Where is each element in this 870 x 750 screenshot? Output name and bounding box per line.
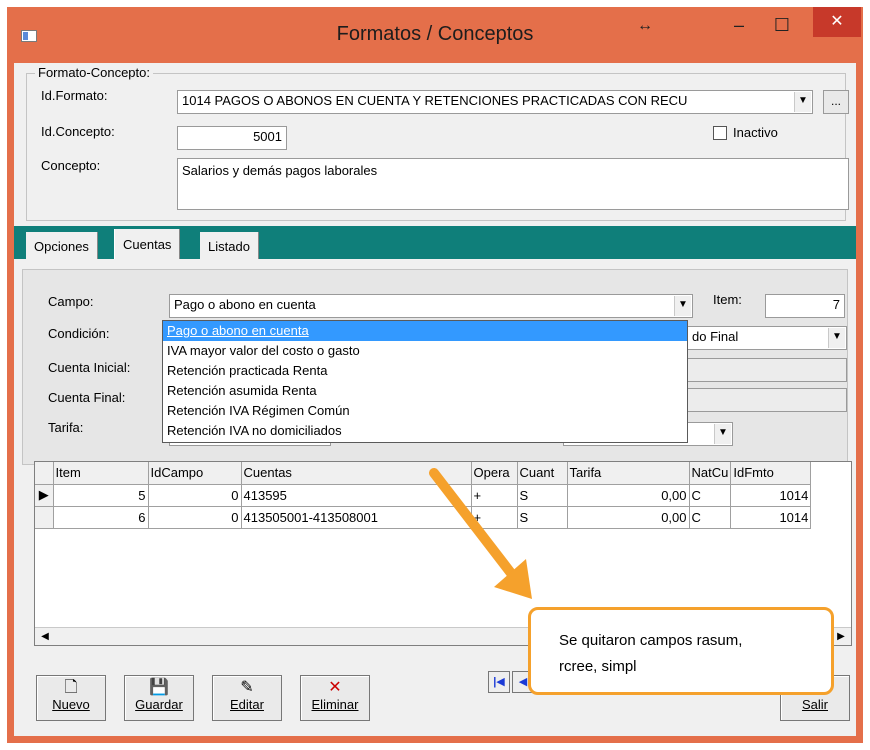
- new-document-icon: 🗋: [64, 679, 78, 696]
- condicion-value: do Final: [692, 329, 739, 344]
- item-field[interactable]: 7: [765, 294, 845, 318]
- id-concepto-value: 5001: [253, 129, 282, 144]
- cell-tarifa[interactable]: 0,00: [567, 506, 690, 529]
- tab-strip: Opciones Cuentas Listado: [14, 226, 856, 259]
- tab-listado[interactable]: Listado: [200, 232, 259, 259]
- id-formato-label: Id.Formato:: [41, 88, 108, 103]
- delete-icon: ✕: [328, 679, 342, 696]
- resize-arrow-icon: ↔: [637, 17, 653, 34]
- editar-label: Editar: [230, 697, 264, 712]
- callout-line-1: Se quitaron campos rasum,: [559, 632, 743, 649]
- tab-cuentas[interactable]: Cuentas: [114, 229, 181, 259]
- annotation-callout: Se quitaron campos rasum, rcree, simpl: [528, 607, 834, 695]
- nuevo-button[interactable]: 🗋 Nuevo: [36, 675, 106, 721]
- save-icon: 💾: [149, 679, 169, 696]
- form-client-area: Formato-Concepto: Id.Formato: 1014 PAGOS…: [14, 63, 856, 736]
- edit-icon: ✎: [240, 679, 254, 696]
- chevron-down-icon[interactable]: ▼: [828, 328, 845, 348]
- id-formato-value: 1014 PAGOS O ABONOS EN CUENTA Y RETENCIO…: [182, 93, 688, 108]
- campo-label: Campo:: [48, 294, 94, 309]
- campo-combo[interactable]: Pago o abono en cuenta ▼: [169, 294, 693, 318]
- chevron-down-icon[interactable]: ▼: [714, 424, 731, 444]
- cell-natcu[interactable]: C: [689, 506, 732, 529]
- eliminar-label: Eliminar: [311, 697, 359, 712]
- dropdown-option[interactable]: IVA mayor valor del costo o gasto: [163, 341, 687, 361]
- first-record-button[interactable]: |◀: [488, 671, 510, 693]
- scroll-right-icon[interactable]: ▶: [834, 630, 848, 644]
- cell-idcampo[interactable]: 0: [148, 506, 242, 529]
- item-value: 7: [832, 297, 840, 312]
- maximize-button[interactable]: ☐: [767, 11, 797, 41]
- row-indicator-icon[interactable]: ▶: [35, 484, 54, 507]
- campo-dropdown-list[interactable]: Pago o abono en cuenta IVA mayor valor d…: [162, 320, 688, 443]
- item-label: Item:: [713, 292, 742, 307]
- concepto-label: Concepto:: [41, 158, 101, 173]
- id-formato-combo[interactable]: 1014 PAGOS O ABONOS EN CUENTA Y RETENCIO…: [177, 90, 813, 114]
- inactivo-checkbox[interactable]: [713, 126, 727, 140]
- cell-item[interactable]: 5: [53, 484, 149, 507]
- group-legend: Formato-Concepto:: [35, 65, 153, 80]
- cell-idfmto[interactable]: 1014: [730, 484, 812, 507]
- column-header-idcampo[interactable]: IdCampo: [148, 462, 242, 485]
- column-header-item[interactable]: Item: [53, 462, 149, 485]
- cuenta-inicial-label: Cuenta Inicial:: [48, 360, 131, 375]
- cell-natcu[interactable]: C: [689, 484, 732, 507]
- callout-line-2: rcree, simpl: [559, 658, 637, 675]
- campo-value: Pago o abono en cuenta: [174, 297, 316, 312]
- guardar-label: Guardar: [135, 697, 183, 712]
- editar-button[interactable]: ✎ Editar: [212, 675, 282, 721]
- dropdown-option[interactable]: Retención asumida Renta: [163, 381, 687, 401]
- eliminar-button[interactable]: ✕ Eliminar: [300, 675, 370, 721]
- dropdown-option[interactable]: Retención practicada Renta: [163, 361, 687, 381]
- scroll-left-icon[interactable]: ◀: [38, 630, 52, 644]
- cell-item[interactable]: 6: [53, 506, 149, 529]
- id-concepto-label: Id.Concepto:: [41, 124, 115, 139]
- nuevo-label: Nuevo: [52, 697, 90, 712]
- column-header-idfmto[interactable]: IdFmto: [730, 462, 812, 485]
- annotation-arrow: [429, 468, 532, 599]
- close-button[interactable]: ✕: [813, 7, 861, 37]
- cuenta-final-label: Cuenta Final:: [48, 390, 126, 405]
- id-concepto-field[interactable]: 5001: [177, 126, 287, 150]
- column-header-tarifa[interactable]: Tarifa: [567, 462, 690, 485]
- concepto-field[interactable]: Salarios y demás pagos laborales: [177, 158, 849, 210]
- dropdown-option[interactable]: Pago o abono en cuenta: [163, 321, 687, 341]
- salir-label: Salir: [801, 697, 828, 712]
- chevron-down-icon[interactable]: ▼: [794, 92, 811, 112]
- grid-corner: [35, 462, 54, 485]
- dropdown-option[interactable]: Retención IVA Régimen Común: [163, 401, 687, 421]
- row-indicator[interactable]: [35, 506, 54, 529]
- inactivo-label: Inactivo: [733, 125, 778, 140]
- tarifa-label: Tarifa:: [48, 420, 84, 435]
- cell-idfmto[interactable]: 1014: [730, 506, 812, 529]
- browse-formato-button[interactable]: ...: [823, 90, 849, 114]
- condicion-label: Condición:: [48, 326, 110, 341]
- dropdown-option[interactable]: Retención IVA no domiciliados: [163, 421, 687, 441]
- cell-tarifa[interactable]: 0,00: [567, 484, 690, 507]
- tab-opciones[interactable]: Opciones: [26, 232, 98, 259]
- title-bar[interactable]: Formatos / Conceptos ↔ – ☐ ✕: [7, 7, 863, 63]
- chevron-down-icon[interactable]: ▼: [674, 296, 691, 316]
- app-window: Formatos / Conceptos ↔ – ☐ ✕ Formato-Con…: [7, 7, 863, 743]
- minimize-button[interactable]: –: [724, 11, 754, 41]
- column-header-natcu[interactable]: NatCu: [689, 462, 732, 485]
- cell-idcampo[interactable]: 0: [148, 484, 242, 507]
- guardar-button[interactable]: 💾 Guardar: [124, 675, 194, 721]
- formato-concepto-group: Formato-Concepto: Id.Formato: 1014 PAGOS…: [26, 65, 849, 221]
- concepto-value: Salarios y demás pagos laborales: [182, 163, 378, 178]
